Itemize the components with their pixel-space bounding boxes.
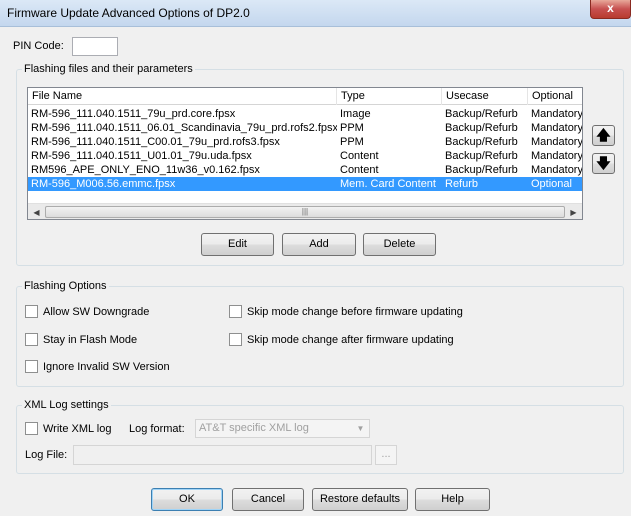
table-row[interactable]: RM-596_111.040.1511_U01.01_79u.uda.fpsx … <box>28 149 583 163</box>
table-row[interactable]: RM-596_111.040.1511_C00.01_79u_prd.rofs3… <box>28 135 583 149</box>
table-row[interactable]: RM-596_111.040.1511_79u_prd.core.fpsx Im… <box>28 107 583 121</box>
edit-button[interactable]: Edit <box>201 233 274 256</box>
table-row[interactable]: RM-596_111.040.1511_06.01_Scandinavia_79… <box>28 121 583 135</box>
cell-optional: Mandatory <box>531 122 583 134</box>
cell-type: PPM <box>340 122 364 134</box>
restore-defaults-button[interactable]: Restore defaults <box>312 488 408 511</box>
allow-sw-downgrade-label: Allow SW Downgrade <box>43 306 150 318</box>
close-button[interactable]: x <box>590 0 631 19</box>
scroll-thumb[interactable]: ||| <box>45 206 565 218</box>
ok-button[interactable]: OK <box>151 488 223 511</box>
move-down-button[interactable]: 🡇 <box>592 153 615 174</box>
flashing-options-legend: Flashing Options <box>24 280 107 292</box>
cell-usecase: Backup/Refurb <box>445 108 518 120</box>
files-list[interactable]: File Name Type Usecase Optional RM-596_1… <box>27 87 583 220</box>
cell-type: Mem. Card Content <box>340 178 436 190</box>
cell-type: Content <box>340 150 379 162</box>
scroll-left-icon[interactable]: ◀ <box>28 204 45 219</box>
write-xml-log-label: Write XML log <box>43 423 112 435</box>
stay-in-flash-mode-checkbox[interactable] <box>25 333 38 346</box>
column-type[interactable]: Type <box>337 88 442 105</box>
skip-after-label: Skip mode change after firmware updating <box>247 334 454 346</box>
cell-usecase: Backup/Refurb <box>445 164 518 176</box>
pin-code-input[interactable] <box>72 37 118 56</box>
cell-usecase: Backup/Refurb <box>445 136 518 148</box>
chevron-down-icon: ▼ <box>356 424 365 433</box>
window-title: Firmware Update Advanced Options of DP2.… <box>7 6 250 20</box>
files-list-header: File Name Type Usecase Optional <box>28 88 582 105</box>
ignore-invalid-sw-label: Ignore Invalid SW Version <box>43 361 170 373</box>
browse-button[interactable]: ... <box>375 445 397 465</box>
log-format-value: AT&T specific XML log <box>199 422 309 434</box>
arrow-up-icon: 🡅 <box>596 127 611 143</box>
cell-optional: Mandatory <box>531 108 583 120</box>
column-file-name[interactable]: File Name <box>28 88 337 105</box>
move-up-button[interactable]: 🡅 <box>592 125 615 146</box>
flashing-files-legend: Flashing files and their parameters <box>24 63 193 75</box>
help-button[interactable]: Help <box>415 488 490 511</box>
cell-optional: Optional <box>531 178 572 190</box>
pin-code-label: PIN Code: <box>13 40 64 52</box>
ignore-invalid-sw-checkbox[interactable] <box>25 360 38 373</box>
write-xml-log-checkbox[interactable] <box>25 422 38 435</box>
cell-file-name: RM-596_M006.56.emmc.fpsx <box>31 178 176 190</box>
cell-file-name: RM-596_111.040.1511_U01.01_79u.uda.fpsx <box>31 150 252 162</box>
cell-file-name: RM-596_111.040.1511_79u_prd.core.fpsx <box>31 108 236 120</box>
table-row[interactable]: RM596_APE_ONLY_ENO_11w36_v0.162.fpsx Con… <box>28 163 583 177</box>
delete-button[interactable]: Delete <box>363 233 436 256</box>
cell-type: Image <box>340 108 371 120</box>
scroll-right-icon[interactable]: ▶ <box>565 204 582 219</box>
log-file-label: Log File: <box>25 449 68 461</box>
allow-sw-downgrade-checkbox[interactable] <box>25 305 38 318</box>
log-format-select[interactable]: AT&T specific XML log ▼ <box>195 419 370 438</box>
table-row-selected[interactable]: RM-596_M006.56.emmc.fpsx Mem. Card Conte… <box>28 177 582 191</box>
log-format-label: Log format: <box>129 423 185 435</box>
cell-usecase: Refurb <box>445 178 479 190</box>
horizontal-scrollbar[interactable]: ◀ ||| ▶ <box>28 203 582 219</box>
cell-type: Content <box>340 164 379 176</box>
column-optional[interactable]: Optional <box>528 88 582 105</box>
skip-before-checkbox[interactable] <box>229 305 242 318</box>
skip-before-label: Skip mode change before firmware updatin… <box>247 306 463 318</box>
cancel-button[interactable]: Cancel <box>232 488 304 511</box>
cell-type: PPM <box>340 136 364 148</box>
log-file-input[interactable] <box>73 445 372 465</box>
cell-optional: Mandatory <box>531 164 583 176</box>
add-button[interactable]: Add <box>282 233 356 256</box>
arrow-down-icon: 🡇 <box>596 155 611 171</box>
cell-file-name: RM-596_111.040.1511_C00.01_79u_prd.rofs3… <box>31 136 280 148</box>
cell-usecase: Backup/Refurb <box>445 122 518 134</box>
title-bar: Firmware Update Advanced Options of DP2.… <box>0 0 631 27</box>
xml-log-legend: XML Log settings <box>24 399 109 411</box>
column-usecase[interactable]: Usecase <box>442 88 528 105</box>
cell-usecase: Backup/Refurb <box>445 150 518 162</box>
cell-optional: Mandatory <box>531 150 583 162</box>
cell-optional: Mandatory <box>531 136 583 148</box>
close-icon: x <box>607 1 614 15</box>
skip-after-checkbox[interactable] <box>229 333 242 346</box>
cell-file-name: RM596_APE_ONLY_ENO_11w36_v0.162.fpsx <box>31 164 260 176</box>
stay-in-flash-mode-label: Stay in Flash Mode <box>43 334 138 346</box>
cell-file-name: RM-596_111.040.1511_06.01_Scandinavia_79… <box>31 122 337 134</box>
